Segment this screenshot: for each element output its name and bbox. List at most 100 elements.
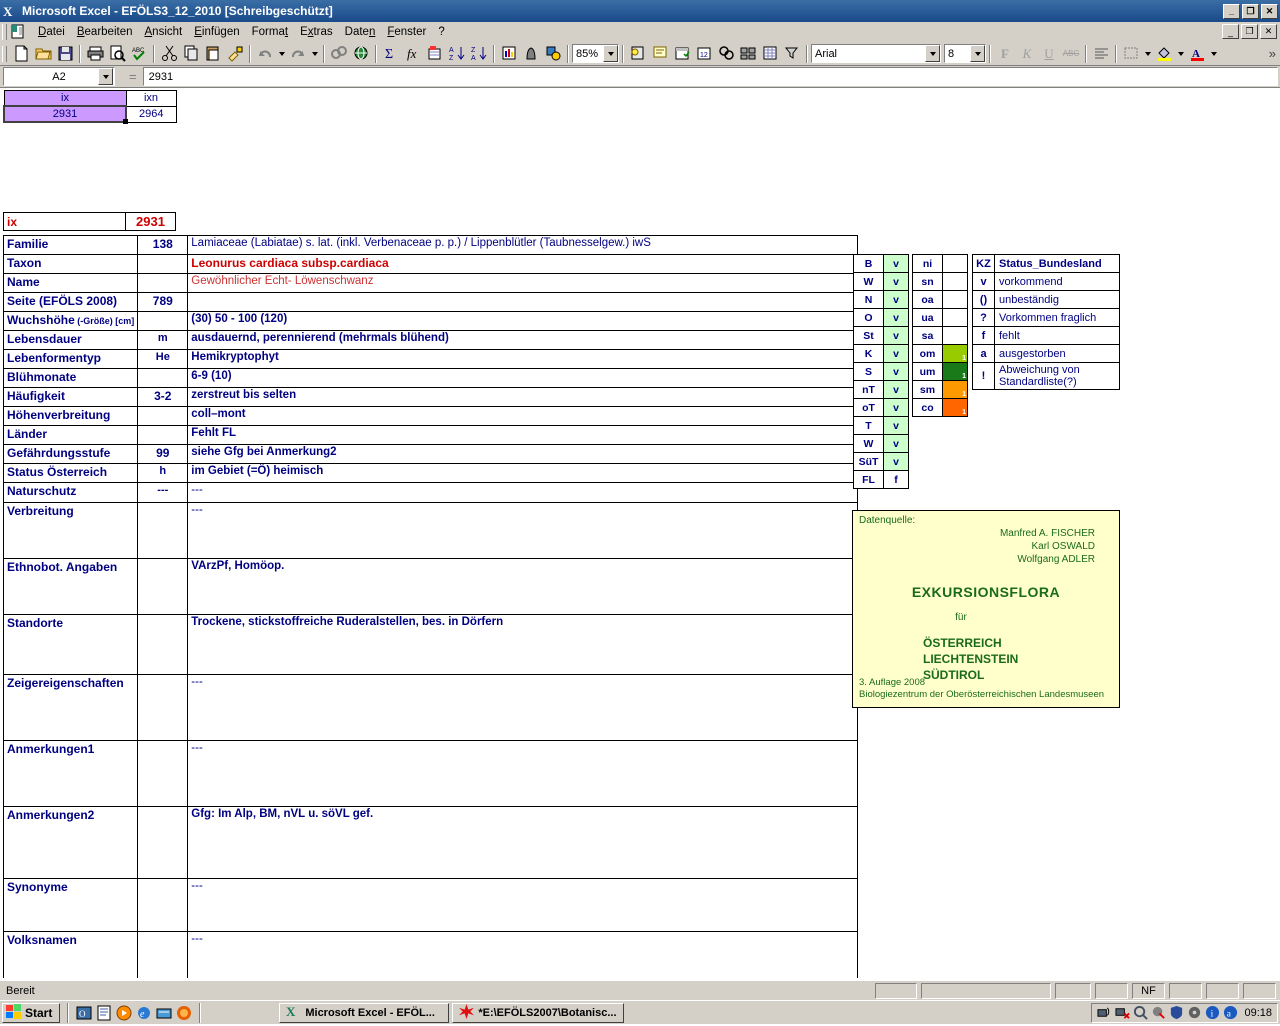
- record-value-15[interactable]: VArzPf, Homöop.: [187, 558, 859, 615]
- chart-wizard-icon[interactable]: [498, 43, 520, 64]
- record-value-5[interactable]: ausdauernd, perennierend (mehrmals blühe…: [187, 330, 859, 350]
- bundesland-key-1[interactable]: W: [853, 272, 884, 291]
- record-value-18[interactable]: ---: [187, 740, 859, 807]
- record-code-4[interactable]: [137, 311, 189, 331]
- bold-button[interactable]: F: [994, 43, 1016, 64]
- menu-item-ansicht[interactable]: Ansicht: [139, 24, 189, 40]
- record-value-1[interactable]: Leonurus cardiaca subsp.cardiaca: [187, 254, 859, 274]
- workbook-minimize-button[interactable]: _: [1222, 24, 1239, 39]
- record-code-3[interactable]: 789: [137, 292, 189, 312]
- record-label-15[interactable]: Ethnobot. Angaben: [2, 558, 139, 615]
- bundesland-key-3[interactable]: O: [853, 308, 884, 327]
- record-code-15[interactable]: [137, 558, 189, 615]
- record-label-2[interactable]: Name: [2, 273, 139, 293]
- borders-dropdown-icon[interactable]: [1142, 43, 1153, 64]
- menu-grip[interactable]: [2, 23, 7, 40]
- zone-color-7[interactable]: 1: [942, 380, 968, 399]
- sort-descending-icon[interactable]: ZA: [468, 43, 490, 64]
- fill-color-dropdown-icon[interactable]: [1175, 43, 1186, 64]
- record-code-1[interactable]: [137, 254, 189, 274]
- filter-icon[interactable]: [781, 43, 803, 64]
- record-value-2[interactable]: Gewöhnlicher Echt- Löwenschwanz: [187, 273, 859, 293]
- internet-explorer-icon[interactable]: e: [136, 1005, 152, 1021]
- table-icon[interactable]: [759, 43, 781, 64]
- record-code-18[interactable]: [137, 740, 189, 807]
- zone-color-3[interactable]: [942, 308, 968, 327]
- undo-icon[interactable]: [254, 43, 276, 64]
- record-code-11[interactable]: 99: [137, 444, 189, 464]
- record-label-13[interactable]: Naturschutz: [2, 482, 139, 503]
- zone-color-8[interactable]: 1: [942, 398, 968, 417]
- record-value-11[interactable]: siehe Gfg bei Anmerkung2: [187, 444, 859, 464]
- record-value-16[interactable]: Trockene, stickstoffreiche Ruderalstelle…: [187, 614, 859, 675]
- bundesland-key-0[interactable]: B: [853, 254, 884, 273]
- index-row-value[interactable]: 2931: [125, 212, 176, 231]
- italic-button[interactable]: K: [1016, 43, 1038, 64]
- workbook-window-controls[interactable]: _ ❐ ✕: [1222, 24, 1280, 39]
- record-value-10[interactable]: Fehlt FL: [187, 425, 859, 445]
- record-code-7[interactable]: [137, 368, 189, 388]
- bundesland-key-6[interactable]: S: [853, 362, 884, 381]
- menu-item-format[interactable]: Format: [246, 24, 294, 40]
- record-value-21[interactable]: ---: [187, 931, 859, 978]
- record-value-9[interactable]: coll–mont: [187, 406, 859, 426]
- formula-input[interactable]: 2931: [142, 67, 1278, 86]
- autosum-icon[interactable]: Σ: [380, 43, 402, 64]
- redo-dropdown-icon[interactable]: [309, 43, 320, 64]
- zone-key-6[interactable]: um: [912, 362, 943, 381]
- network-disconnected-tray-icon[interactable]: [1115, 1005, 1131, 1020]
- search-tray-icon[interactable]: [1133, 1005, 1149, 1020]
- zone-key-1[interactable]: sn: [912, 272, 943, 291]
- zoom-dropdown-icon[interactable]: [603, 45, 618, 62]
- network-folder-icon[interactable]: [156, 1005, 172, 1021]
- font-name-dropdown-icon[interactable]: [925, 45, 940, 62]
- font-name-combo[interactable]: Arial: [811, 44, 941, 63]
- close-button[interactable]: ✕: [1261, 3, 1278, 19]
- bundesland-status-3[interactable]: v: [883, 308, 909, 327]
- bundesland-key-12[interactable]: FL: [853, 470, 884, 489]
- bundesland-key-5[interactable]: K: [853, 344, 884, 363]
- record-code-19[interactable]: [137, 806, 189, 879]
- font-size-dropdown-icon[interactable]: [970, 45, 985, 62]
- record-code-0[interactable]: 138: [137, 235, 189, 255]
- date-stamp-icon[interactable]: [671, 43, 693, 64]
- restore-button[interactable]: ❐: [1242, 3, 1259, 19]
- zone-key-2[interactable]: oa: [912, 290, 943, 309]
- media-player-icon[interactable]: [116, 1005, 132, 1021]
- bundesland-key-11[interactable]: SüT: [853, 452, 884, 471]
- new-icon[interactable]: [10, 43, 32, 64]
- zone-key-7[interactable]: sm: [912, 380, 943, 399]
- fill-color-icon[interactable]: [1153, 43, 1175, 64]
- find-icon[interactable]: [715, 43, 737, 64]
- workbook-close-button[interactable]: ✕: [1260, 24, 1277, 39]
- spellcheck-icon[interactable]: ABC: [128, 43, 150, 64]
- menu-item-extras[interactable]: Extras: [294, 24, 339, 40]
- record-code-12[interactable]: h: [137, 463, 189, 483]
- window-controls[interactable]: _ ❐ ✕: [1223, 3, 1278, 19]
- zone-key-3[interactable]: ua: [912, 308, 943, 327]
- name-box-dropdown-icon[interactable]: [98, 68, 113, 85]
- volume-tray-icon[interactable]: [1187, 1005, 1202, 1020]
- paste-icon[interactable]: [202, 43, 224, 64]
- zoom-combo[interactable]: 85%: [572, 44, 619, 63]
- firefox-icon[interactable]: [176, 1005, 192, 1021]
- record-value-12[interactable]: im Gebiet (=Ö) heimisch: [187, 463, 859, 483]
- antivirus-tray-icon[interactable]: [1151, 1005, 1166, 1020]
- record-code-9[interactable]: [137, 406, 189, 426]
- bundesland-status-8[interactable]: v: [883, 398, 909, 417]
- drawing-icon[interactable]: [542, 43, 564, 64]
- record-code-13[interactable]: ---: [137, 482, 189, 503]
- function-icon[interactable]: fx: [402, 43, 424, 64]
- menu-item-bearbeiten[interactable]: Bearbeiten: [71, 24, 139, 40]
- zone-color-0[interactable]: [942, 254, 968, 273]
- record-code-2[interactable]: [137, 273, 189, 293]
- record-label-4[interactable]: Wuchshöhe (-Größe) [cm]: [2, 311, 139, 331]
- record-value-13[interactable]: ---: [187, 482, 859, 503]
- bundesland-status-11[interactable]: v: [883, 452, 909, 471]
- record-label-20[interactable]: Synonyme: [2, 878, 139, 932]
- network-tray-icon[interactable]: [1097, 1005, 1112, 1020]
- record-value-3[interactable]: [187, 292, 859, 312]
- zone-color-1[interactable]: [942, 272, 968, 291]
- paste-function-icon[interactable]: [424, 43, 446, 64]
- format-painter-icon[interactable]: [224, 43, 246, 64]
